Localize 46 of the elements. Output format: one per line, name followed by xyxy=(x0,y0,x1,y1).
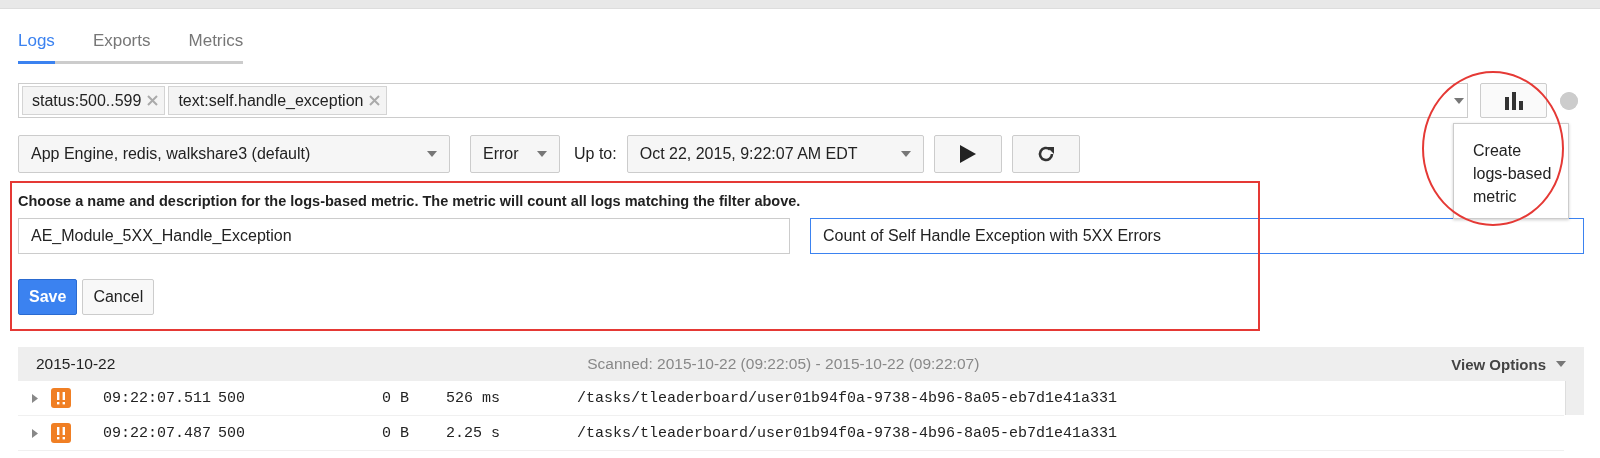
tab[interactable]: Exports xyxy=(92,27,151,64)
log-size: 0 B xyxy=(381,389,409,407)
view-options-button[interactable]: View Options xyxy=(1451,355,1566,373)
tab[interactable]: Logs xyxy=(18,27,55,64)
up-to-label: Up to: xyxy=(574,145,617,163)
caret-icon xyxy=(537,151,547,157)
log-path: /tasks/tleaderboard/user01b94f0a-9738-4b96-8a05-eb7d1e41a331 xyxy=(577,424,1119,442)
log-time: 09:22:07.511 xyxy=(103,389,213,407)
caret-icon xyxy=(1556,361,1566,367)
tooltip: Create logs-based metric xyxy=(1453,123,1569,219)
filter-chip[interactable]: text:self.handle_exception xyxy=(168,86,388,115)
chip-label: text:self.handle_exception xyxy=(178,91,364,110)
severity-dropdown[interactable]: Error xyxy=(470,135,560,173)
caret-icon xyxy=(427,151,437,157)
error-icon xyxy=(51,423,71,443)
description-field[interactable]: Count of Self Handle Exception with 5XX Errors xyxy=(810,218,1584,254)
log-time: 09:22:07.487 xyxy=(103,424,213,442)
caret-icon xyxy=(1454,97,1464,104)
date-dropdown[interactable]: Oct 22, 2015, 9:22:07 AM EDT xyxy=(626,135,924,173)
scanned-range: Scanned: 2015-10-22 (09:22:05) - 2015-10-22 (09:22:07) xyxy=(586,355,981,373)
expand-icon[interactable] xyxy=(32,393,38,403)
play-button[interactable] xyxy=(933,135,1002,173)
log-latency: 2.25 s xyxy=(445,424,500,442)
scrollbar[interactable] xyxy=(1565,381,1584,415)
log-status: 500 xyxy=(218,389,246,407)
chip-label: status:500..599 xyxy=(32,91,142,110)
resource-dropdown[interactable]: App Engine, redis, walkshare3 (default) xyxy=(18,135,450,173)
bar-chart-icon xyxy=(1503,91,1524,110)
date-label: 2015-10-22 xyxy=(36,355,116,373)
cancel-button[interactable]: Cancel xyxy=(82,279,155,315)
log-status: 500 xyxy=(218,424,246,442)
log-path: /tasks/tleaderboard/user01b94f0a-9738-4b96-8a05-eb7d1e41a331 xyxy=(577,389,1119,407)
instructions-text: Choose a name and description for the logs-based metric. The metric will count all logs matching the filter above. xyxy=(18,193,801,209)
log-size: 0 B xyxy=(381,424,409,442)
name-field[interactable]: AE_Module_5XX_Handle_Exception xyxy=(18,218,790,254)
play-icon xyxy=(959,145,976,163)
expand-icon[interactable] xyxy=(32,428,38,438)
tab[interactable]: Metrics xyxy=(188,27,244,64)
save-button[interactable]: Save xyxy=(18,279,78,315)
filter-chip[interactable]: status:500..599 xyxy=(22,86,166,115)
filter-field[interactable]: status:500..599 text:self.handle_exception xyxy=(18,83,1468,118)
error-icon xyxy=(51,388,71,408)
refresh-button[interactable] xyxy=(1011,135,1080,173)
caret-icon xyxy=(900,151,911,157)
log-latency: 526 ms xyxy=(445,389,500,407)
create-metric-button[interactable] xyxy=(1480,83,1547,118)
